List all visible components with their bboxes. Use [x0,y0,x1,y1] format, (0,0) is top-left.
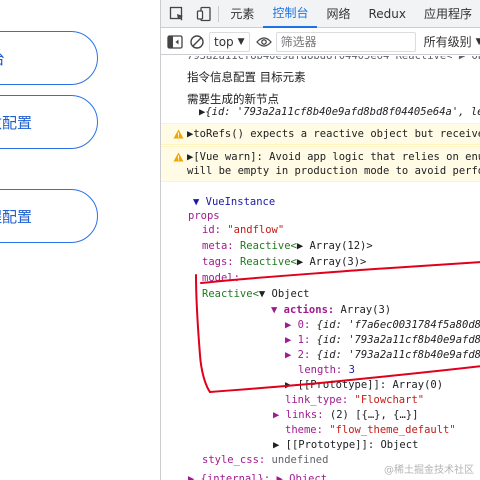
warning-icon [173,152,184,162]
prop-id: id: "andflow" [202,223,480,238]
prop-tags: tags: Reactive<▶ Array(3)> [202,255,480,270]
console-output[interactable]: 793a2a11cf8b40e9afd8bd8f04405e64 Reactiv… [161,56,480,480]
actions-row[interactable]: ▼ actions: Array(3) [271,303,480,318]
prop-key: style_css: [202,454,266,466]
prop-key: tags: [202,256,234,268]
expand-array[interactable]: ▶ Array(3)> [297,256,367,268]
prop-model-key: model: [202,272,240,284]
prop-value: Reactive< [239,256,297,268]
warning-message[interactable]: ▶toRefs() expects a reactive object but … [187,127,480,142]
length-value: 3 [348,364,355,376]
prop-meta: meta: Reactive<▶ Array(12)> [202,239,480,254]
vue-instance-label[interactable]: ▼ VueInstance [193,195,480,210]
console-filterbar: top ▼ 所有级别 ▼ [161,29,480,55]
props-label: props [188,210,220,222]
tab-console[interactable]: 控制台 [263,0,318,28]
prop-key: id: [202,224,221,236]
devtools-tabbar: 元素 控制台 网络 Redux 应用程序 [161,0,480,28]
tabbar-divider [217,5,219,22]
chevron-down-icon: ▼ [237,36,245,47]
console-line: 指令信息配置 目标元素 [187,70,306,84]
prop-value: Reactive< [202,288,259,300]
expand-object[interactable]: ▼ Object [259,288,310,300]
clear-console-icon[interactable] [189,31,205,53]
prop-value: "Flowchart" [354,394,425,406]
warning-message: will be empty in production mode to avoi… [187,165,480,177]
action-item[interactable]: ▶ 1: {id: '793a2a11cf8b40e9afd8b [285,333,480,348]
tab-redux[interactable]: Redux [359,0,415,28]
context-selector[interactable]: top ▼ [209,31,250,52]
prop-value: "flow_theme_default" [329,424,456,436]
links-row[interactable]: ▶ links: (2) [{…}, {…}] [273,408,480,423]
link-type-row: link_type: "Flowchart" [285,393,480,408]
warning-message[interactable]: ▶[Vue warn]: Avoid app logic that relies… [187,150,480,165]
item-value: {id: 'f7a6ec0031784f5a80d86 [316,319,480,331]
action-item[interactable]: ▶ 0: {id: 'f7a6ec0031784f5a80d86 [285,318,480,333]
prop-key: meta: [202,240,234,252]
length-row: length: 3 [298,363,480,378]
prototype-row[interactable]: ▶ [[Prototype]]: Array(0) [285,378,480,393]
theme-row: theme: "flow_theme_default" [285,423,480,438]
prop-key: link_type: [285,394,349,406]
nav-button-3-label: 程配置 [0,207,32,226]
device-toolbar-icon[interactable] [194,2,215,26]
log-level-selector[interactable]: 所有级别 ▼ [424,33,480,50]
prop-key: ▶ links: [273,409,324,421]
actions-value: Array(3) [340,304,392,316]
tab-elements[interactable]: 元素 [221,0,263,28]
prop-value: undefined [271,454,329,466]
warning-row: ▶toRefs() expects a reactive object but … [161,123,480,145]
chevron-down-icon: ▼ [476,37,480,47]
context-label: top [214,34,234,49]
prop-value: "andflow" [227,224,285,236]
prop-value: Reactive< [239,240,297,252]
tab-application[interactable]: 应用程序 [415,0,480,28]
devtools-panel: 元素 控制台 网络 Redux 应用程序 top ▼ 所有级别 ▼ 793a2a… [160,0,480,480]
log-level-label: 所有级别 [423,35,472,49]
prop-model: Reactive<▼ Object [202,287,480,302]
watermark: @稀土掘金技术社区 [384,461,474,476]
item-key: ▶ 2: [285,349,311,361]
console-object-line[interactable]: ▶{id: '793a2a11cf8b40e9afd8bd8f04405e64a… [199,105,480,120]
console-line: 793a2a11cf8b40e9afd8bd8f04405e64 Reactiv… [187,56,480,62]
nav-button-2-label: 数配置 [0,113,32,132]
prototype-row[interactable]: ▶ [[Prototype]]: Object [273,438,480,453]
prop-key: theme: [285,424,323,436]
sidebar-toggle-icon[interactable] [167,31,183,53]
expand-array[interactable]: ▶ Array(12)> [297,240,373,252]
item-value: {id: '793a2a11cf8b40e9afd8b [316,334,480,346]
warning-row: ▶[Vue warn]: Avoid app logic that relies… [161,146,480,182]
item-key: ▶ 1: [285,334,311,346]
filter-input[interactable] [275,31,416,52]
eye-icon[interactable] [255,31,272,53]
item-key: ▶ 0: [285,319,311,331]
actions-key: ▼ actions: [271,304,335,316]
action-item[interactable]: ▶ 2: {id: '793a2a11cf8b40e9afd8b [285,348,480,363]
nav-button-1[interactable]: 台 [0,31,98,85]
inspect-element-icon[interactable] [167,2,188,26]
warning-icon [173,129,184,139]
prop-value: (2) [{…}, {…}] [329,409,419,421]
length-key: length: [298,364,343,376]
nav-button-1-label: 台 [0,48,5,69]
nav-button-2[interactable]: 数配置 [0,95,98,149]
nav-button-3[interactable]: 程配置 [0,189,98,243]
tab-network[interactable]: 网络 [317,0,359,28]
app-pane: 台 数配置 程配置 [0,0,160,480]
item-value: {id: '793a2a11cf8b40e9afd8b [316,349,480,361]
